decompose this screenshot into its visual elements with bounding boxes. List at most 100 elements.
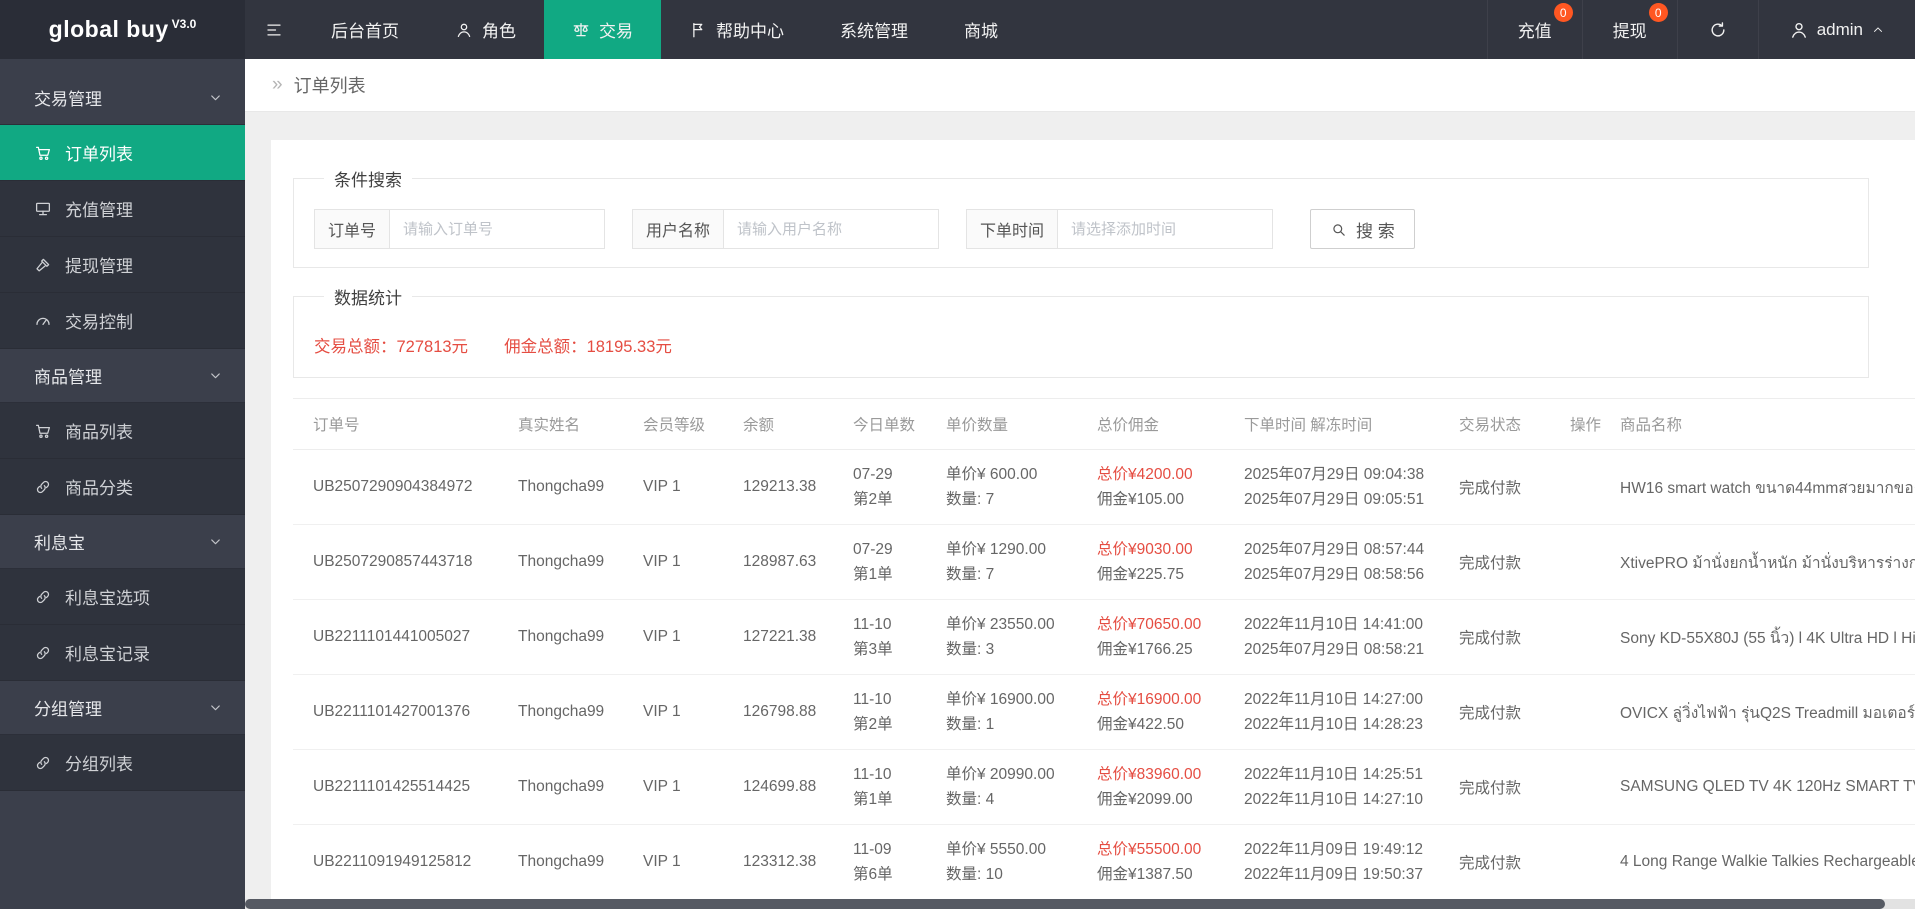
chevron-down-icon <box>208 534 223 549</box>
sidebar-item-order-list[interactable]: 订单列表 <box>0 125 245 181</box>
sidebar-item-trade-control[interactable]: 交易控制 <box>0 293 245 349</box>
brand-logo: global buy V3.0 <box>0 0 245 59</box>
unit-price-quantity: 单价¥ 5550.00 数量: 10 <box>926 824 1077 900</box>
unit-price-quantity: 单价¥ 23550.00 数量: 3 <box>926 599 1077 675</box>
order-id: UB2211091949125812 <box>293 824 498 900</box>
balance: 127221.38 <box>723 599 833 675</box>
operation <box>1550 749 1600 825</box>
navbar-right: 充值 0 提现 0 admin <box>1486 0 1915 59</box>
main-content: » 订单列表 条件搜索 订单号 用户名称 下单时间 <box>245 59 1915 909</box>
nav-item-mall[interactable]: 商城 <box>936 0 1026 59</box>
unit-price-quantity: 单价¥ 16900.00 数量: 1 <box>926 674 1077 750</box>
vip-level: VIP 1 <box>623 674 723 750</box>
sidebar-item-label: 交易控制 <box>65 313 133 332</box>
refresh-button[interactable] <box>1676 0 1758 59</box>
order-time-input[interactable] <box>1058 209 1274 249</box>
sidebar-item-interest-records[interactable]: 利息宝记录 <box>0 625 245 681</box>
sidebar-item-interest-options[interactable]: 利息宝选项 <box>0 569 245 625</box>
gavel-icon <box>34 256 52 274</box>
nav-item-trade[interactable]: 交易 <box>544 0 661 59</box>
sidebar-group-header-goods-management[interactable]: 商品管理 <box>0 349 245 403</box>
withdraw-shortcut[interactable]: 提现 0 <box>1581 0 1677 59</box>
admin-user-menu[interactable]: admin <box>1757 0 1915 59</box>
balance: 123312.38 <box>723 824 833 900</box>
magnifier-icon <box>1330 221 1347 238</box>
user-icon <box>1789 20 1809 40</box>
sidebar-group-interest-treasure: 利息宝 利息宝选项 利息宝记录 <box>0 515 245 681</box>
nav-item-roles[interactable]: 角色 <box>427 0 544 59</box>
recharge-badge: 0 <box>1553 3 1573 22</box>
total-price-commission: 总价¥55500.00 佣金¥1387.50 <box>1077 824 1224 900</box>
stats-fieldset: 数据统计 交易总额：727813元 佣金总额：18195.33元 <box>293 284 1869 378</box>
today-orders: 07-29 第1单 <box>833 524 926 600</box>
order-row: UB2507290857443718 Thongcha99 VIP 1 128987.… <box>293 524 1915 600</box>
total-price-commission: 总价¥70650.00 佣金¥1766.25 <box>1077 599 1224 675</box>
operation <box>1550 824 1600 900</box>
horizontal-scrollbar[interactable] <box>245 899 1915 909</box>
search-button[interactable]: 搜 索 <box>1310 209 1415 249</box>
search-fieldset: 条件搜索 订单号 用户名称 下单时间 <box>293 166 1869 268</box>
product-name: SAMSUNG QLED TV 4K 120Hz SMART TV <box>1600 749 1915 825</box>
order-no-input[interactable] <box>390 209 606 249</box>
order-unfreeze-times: 2022年11月10日 14:25:51 2022年11月10日 14:27:10 <box>1224 749 1439 825</box>
sidebar-item-label: 商品列表 <box>65 423 133 442</box>
column-header: 真实姓名 <box>498 398 623 450</box>
real-name: Thongcha99 <box>498 599 623 675</box>
sidebar-item-label: 商品分类 <box>65 479 133 498</box>
today-orders: 11-10 第2单 <box>833 674 926 750</box>
sidebar-group-header-trade-management[interactable]: 交易管理 <box>0 71 245 125</box>
sidebar-item-recharge-management[interactable]: 充值管理 <box>0 181 245 237</box>
order-unfreeze-times: 2025年07月29日 08:57:44 2025年07月29日 08:58:56 <box>1224 524 1439 600</box>
orders-table: 订单号 真实姓名 会员等级 余额 今日单数 单价数量 总价佣金 下单时间 解冻时间 交易状态 操作… <box>293 398 1915 909</box>
sidebar-item-goods-category[interactable]: 商品分类 <box>0 459 245 515</box>
unit-price-quantity: 单价¥ 600.00 数量: 7 <box>926 449 1077 525</box>
cart-icon <box>34 144 52 162</box>
product-name: Sony KD-55X80J (55 นิ้ว) l 4K Ultra HD l… <box>1600 599 1915 675</box>
unit-price-quantity: 单价¥ 1290.00 数量: 7 <box>926 524 1077 600</box>
sidebar-item-label: 分组列表 <box>65 755 133 774</box>
billboard-icon <box>34 200 52 218</box>
unit-price-quantity: 单价¥ 20990.00 数量: 4 <box>926 749 1077 825</box>
username-input[interactable] <box>724 209 940 249</box>
recharge-shortcut[interactable]: 充值 0 <box>1486 0 1582 59</box>
sidebar-item-label: 充值管理 <box>65 201 133 220</box>
breadcrumb-chevrons-icon: » <box>272 74 283 95</box>
order-id: UB2507290857443718 <box>293 524 498 600</box>
sidebar-group-header-interest-treasure[interactable]: 利息宝 <box>0 515 245 569</box>
product-name: HW16 smart watch ขนาด44mmสวยมากของ <box>1600 449 1915 525</box>
sidebar-item-group-list[interactable]: 分组列表 <box>0 735 245 791</box>
sidebar-item-withdraw-management[interactable]: 提现管理 <box>0 237 245 293</box>
order-row: UB2211101425514425 Thongcha99 VIP 1 124699.… <box>293 749 1915 825</box>
brand-version: V3.0 <box>171 16 197 31</box>
order-no-label: 订单号 <box>314 209 391 249</box>
sidebar-group-goods-management: 商品管理商品列表商品分类 <box>0 349 245 515</box>
sidebar: 交易管理 订单列表充值管理提现管理交易控制商品管理商品列表商品分类利息宝 利息宝选项… <box>0 59 245 909</box>
scrollbar-thumb[interactable] <box>245 899 1885 909</box>
balance: 129213.38 <box>723 449 833 525</box>
today-orders: 07-29 第2单 <box>833 449 926 525</box>
stats-row: 交易总额：727813元 佣金总额：18195.33元 <box>314 327 1848 359</box>
chevron-down-icon <box>208 90 223 105</box>
nav-item-label: 帮助中心 <box>716 22 784 41</box>
withdraw-badge: 0 <box>1648 3 1668 22</box>
nav-item-dashboard[interactable]: 后台首页 <box>303 0 427 59</box>
today-orders: 11-09 第6单 <box>833 824 926 900</box>
trade-status: 完成付款 <box>1439 524 1550 600</box>
table-header-row: 订单号 真实姓名 会员等级 余额 今日单数 单价数量 总价佣金 下单时间 解冻时间 交易状态 操作… <box>293 398 1915 450</box>
nav-item-system[interactable]: 系统管理 <box>812 0 936 59</box>
balance: 124699.88 <box>723 749 833 825</box>
vip-level: VIP 1 <box>623 599 723 675</box>
today-orders: 11-10 第3单 <box>833 599 926 675</box>
column-header: 下单时间 解冻时间 <box>1224 398 1439 450</box>
sidebar-toggle-button[interactable] <box>245 0 303 59</box>
menu-icon <box>265 21 283 39</box>
nav-item-help-center[interactable]: 帮助中心 <box>661 0 812 59</box>
order-unfreeze-times: 2022年11月10日 14:41:00 2025年07月29日 08:58:21 <box>1224 599 1439 675</box>
column-header: 操作 <box>1550 398 1601 450</box>
sidebar-group-header-group-management[interactable]: 分组管理 <box>0 681 245 735</box>
search-row: 订单号 用户名称 下单时间 搜 索 <box>314 209 1848 249</box>
product-name: 4 Long Range Walkie Talkies Rechargeable <box>1600 824 1915 900</box>
sidebar-item-goods-list[interactable]: 商品列表 <box>0 403 245 459</box>
total-price-commission: 总价¥16900.00 佣金¥422.50 <box>1077 674 1224 750</box>
vip-level: VIP 1 <box>623 824 723 900</box>
